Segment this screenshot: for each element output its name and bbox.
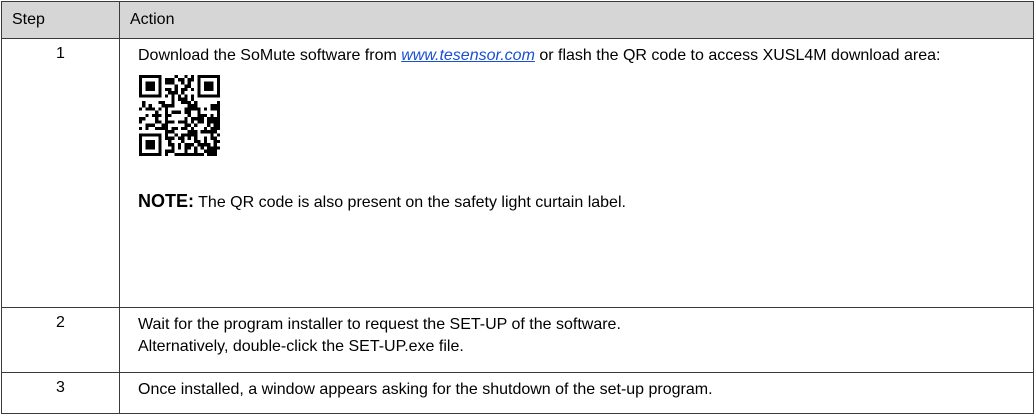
- step-number: 2: [1, 307, 120, 373]
- note: NOTE: The QR code is also present on the…: [138, 190, 1023, 214]
- header-action: Action: [119, 1, 1034, 39]
- steps-table: Step Action 1 Download the SoMute softwa…: [1, 1, 1034, 414]
- download-instruction: Download the SoMute software from www.te…: [138, 45, 1023, 67]
- action-cell: Download the SoMute software from www.te…: [119, 38, 1034, 308]
- qr-code-image: [139, 75, 220, 156]
- table-row: 3 Once installed, a window appears askin…: [1, 372, 1034, 414]
- step-number: 3: [1, 372, 120, 414]
- table-row: 1 Download the SoMute software from www.…: [1, 38, 1034, 308]
- header-step: Step: [1, 1, 120, 39]
- action-cell: Once installed, a window appears asking …: [119, 372, 1034, 414]
- instruction-text: Download the SoMute software from: [138, 47, 402, 64]
- action-line-2: Alternatively, double-click the SET-UP.e…: [138, 338, 464, 355]
- action-line-1: Once installed, a window appears asking …: [138, 381, 713, 398]
- action-line-1: Wait for the program installer to reques…: [138, 316, 621, 333]
- tesensor-link[interactable]: www.tesensor.com: [401, 47, 535, 64]
- note-text: The QR code is also present on the safet…: [194, 194, 626, 211]
- instruction-text-2: or flash the QR code to access XUSL4M do…: [534, 47, 941, 64]
- step-number: 1: [1, 38, 120, 308]
- table-row: 2 Wait for the program installer to requ…: [1, 307, 1034, 373]
- table-header-row: Step Action: [1, 1, 1034, 39]
- action-cell: Wait for the program installer to reques…: [119, 307, 1034, 373]
- note-label: NOTE:: [138, 191, 194, 211]
